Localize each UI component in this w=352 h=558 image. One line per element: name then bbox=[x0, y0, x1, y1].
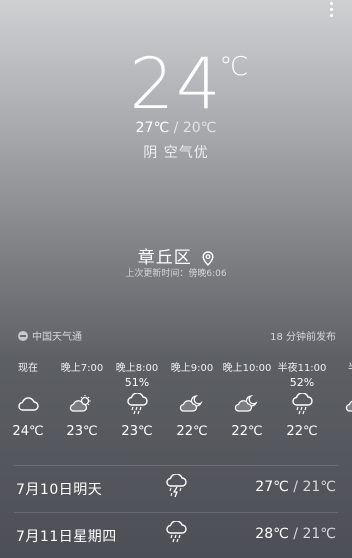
hourly-item: 晚上8:00 51% 23℃ bbox=[111, 358, 163, 439]
day-high: 28℃ bbox=[255, 526, 289, 542]
source-logo-icon bbox=[18, 330, 28, 341]
day-low: 21℃ bbox=[302, 526, 336, 542]
hour-time: 晚上8:00 bbox=[115, 363, 159, 374]
hour-precip bbox=[221, 376, 273, 390]
current-condition: 阴 空气优 bbox=[143, 145, 209, 161]
partly-cloudy-night-icon bbox=[221, 390, 273, 418]
location-button[interactable]: 章丘区 bbox=[0, 243, 352, 268]
day-label: 7月10日明天 bbox=[16, 482, 103, 498]
last-updated-text: 上次更新时间：傍晚6:06 bbox=[125, 269, 227, 279]
divider bbox=[14, 465, 338, 466]
day-separator: / bbox=[288, 526, 303, 542]
hour-time: 晚上9:00 bbox=[170, 363, 214, 374]
day-temp-range: 28℃ / 21℃ bbox=[255, 526, 336, 542]
day-temp-range: 27℃ / 21℃ bbox=[255, 479, 336, 495]
hourly-item: 晚上7:00 23℃ bbox=[56, 358, 108, 439]
current-temperature: 24 bbox=[129, 43, 223, 125]
rain-icon bbox=[276, 390, 328, 418]
hour-time: 晚上10:00 bbox=[222, 363, 272, 374]
source-name: 中国天气通 bbox=[32, 332, 82, 343]
daily-row[interactable]: 7月11日星期四 28℃ / 21℃ bbox=[0, 515, 352, 555]
hour-time: 晚上7:00 bbox=[60, 363, 104, 374]
cloud-icon bbox=[2, 390, 54, 418]
hour-temp: 24℃ bbox=[12, 424, 44, 439]
hour-time: 半夜11:00 bbox=[277, 363, 327, 374]
hour-time: 现在 bbox=[18, 363, 38, 374]
daily-row[interactable]: 7月10日明天 27℃ / 21℃ bbox=[0, 468, 352, 508]
day-separator: / bbox=[288, 479, 303, 495]
location-name: 章丘区 bbox=[137, 248, 192, 268]
hour-temp: 23℃ bbox=[121, 424, 153, 439]
hour-precip bbox=[166, 376, 218, 390]
hourly-item: 晚上9:00 22℃ bbox=[166, 358, 218, 439]
day-label: 7月11日星期四 bbox=[16, 529, 117, 545]
hour-precip bbox=[56, 376, 108, 390]
day-high: 27℃ bbox=[255, 479, 289, 495]
rain-icon bbox=[164, 520, 188, 549]
thunderstorm-icon bbox=[164, 473, 188, 504]
hour-precip bbox=[2, 376, 54, 390]
current-temperature-block: 24 ℃ bbox=[0, 46, 352, 122]
hourly-item: 晚上10:00 22℃ bbox=[221, 358, 273, 439]
partly-cloudy-day-icon bbox=[56, 390, 108, 418]
hour-precip bbox=[332, 376, 352, 390]
partly-cloudy-night-icon bbox=[332, 390, 352, 418]
hour-temp: 22℃ bbox=[231, 424, 263, 439]
today-high: 27℃ bbox=[135, 120, 170, 136]
hour-temp: 23℃ bbox=[66, 424, 98, 439]
hourly-item: 半夜 2 bbox=[332, 358, 352, 439]
hour-temp: 2 bbox=[332, 424, 352, 439]
today-separator: / bbox=[169, 120, 183, 136]
today-high-low: 27℃ / 20℃ bbox=[0, 120, 352, 136]
today-low: 20℃ bbox=[182, 120, 217, 136]
hourly-forecast[interactable]: 现在 24℃ 晚上7:00 23℃ 晚上8:00 51% 23℃ 晚上9:00 … bbox=[0, 358, 352, 458]
temperature-unit: ℃ bbox=[219, 52, 251, 82]
partly-cloudy-night-icon bbox=[166, 390, 218, 418]
hour-temp: 22℃ bbox=[176, 424, 208, 439]
hour-precip: 51% bbox=[124, 376, 150, 389]
day-low: 21℃ bbox=[302, 479, 336, 495]
hour-time: 半夜 bbox=[332, 362, 352, 376]
published-time: 18 分钟前发布 bbox=[270, 332, 336, 343]
hourly-item: 现在 24℃ bbox=[2, 358, 54, 439]
rain-icon bbox=[111, 390, 163, 418]
weather-source[interactable]: 中国天气通 bbox=[18, 328, 82, 343]
hourly-item: 半夜11:00 52% 22℃ bbox=[276, 358, 328, 439]
hour-precip: 52% bbox=[289, 376, 315, 389]
location-pin-icon bbox=[202, 251, 214, 266]
hour-temp: 22℃ bbox=[286, 424, 318, 439]
overflow-menu-icon[interactable] bbox=[324, 2, 338, 20]
divider bbox=[14, 512, 338, 513]
